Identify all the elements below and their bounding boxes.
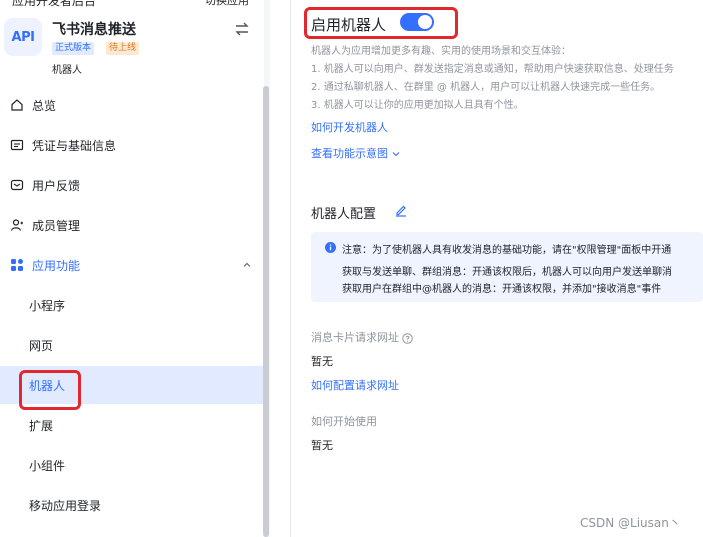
sidebar-item-credentials[interactable]: 凭证与基础信息 bbox=[0, 126, 264, 164]
sidebar-item-label: 网页 bbox=[29, 338, 54, 353]
bot-config-title: 机器人配置 bbox=[311, 207, 377, 222]
sidebar-item-overview[interactable]: 总览 bbox=[0, 86, 264, 124]
app-icon: API bbox=[4, 18, 42, 56]
sidebar-item-webpage[interactable]: 网页 bbox=[0, 326, 264, 364]
sidebar-item-label: 扩展 bbox=[29, 418, 54, 433]
notice-line: 注意：为了使机器人具有收发消息的基础功能，请在"权限管理"面板中开通 bbox=[342, 245, 672, 256]
home-icon bbox=[11, 99, 23, 111]
sidebar-item-label: 成员管理 bbox=[32, 218, 81, 233]
configure-request-url-link[interactable]: 如何配置请求网址 bbox=[311, 377, 399, 393]
chevron-down-icon bbox=[392, 152, 400, 157]
status-badge-pending: 待上线 bbox=[106, 42, 140, 55]
permission-notice: 注意：为了使机器人具有收发消息的基础功能，请在"权限管理"面板中开通 获取与发送… bbox=[311, 232, 703, 302]
sidebar-item-widget[interactable]: 小组件 bbox=[0, 446, 264, 484]
bot-description-intro: 机器人为应用增加更多有趣、实用的使用场景和交互体验： bbox=[311, 46, 571, 57]
sidebar-item-mobile-login[interactable]: 移动应用登录 bbox=[0, 486, 264, 524]
highlight-box-bot-nav bbox=[19, 370, 81, 410]
card-request-url-text: 消息卡片请求网址 bbox=[311, 331, 399, 344]
app-type-label: 机器人 bbox=[52, 65, 82, 76]
bot-description-item: 1. 机器人可以向用户、群发送指定消息或通知，帮助用户快速获取信息、处理任务 bbox=[311, 64, 674, 75]
sidebar-item-label: 小程序 bbox=[29, 298, 66, 313]
sidebar-item-label: 应用功能 bbox=[32, 258, 81, 273]
how-to-start-value: 暂无 bbox=[311, 439, 333, 452]
how-to-develop-bot-link[interactable]: 如何开发机器人 bbox=[311, 119, 388, 135]
sidebar-item-label: 小组件 bbox=[29, 458, 66, 473]
sidebar-item-label: 移动应用登录 bbox=[29, 498, 102, 513]
help-icon[interactable] bbox=[402, 332, 413, 344]
sidebar-item-extension[interactable]: 扩展 bbox=[0, 406, 264, 444]
bot-description-item: 3. 机器人可以让你的应用更加拟人且具有个性。 bbox=[311, 100, 524, 111]
how-to-start-label: 如何开始使用 bbox=[311, 415, 377, 428]
status-badge-production: 正式版本 bbox=[52, 42, 95, 55]
notice-line: 获取用户在群组中@机器人的消息：开通该权限，并添加"接收消息"事件 bbox=[342, 284, 662, 295]
sidebar: 应用开发者后台 切换应用 API 飞书消息推送 正式版本 待上线 机器人 总览 … bbox=[0, 0, 270, 537]
sidebar-item-members[interactable]: 成员管理 bbox=[0, 206, 264, 244]
feedback-icon bbox=[10, 179, 24, 191]
app-header: API 飞书消息推送 正式版本 待上线 机器人 bbox=[0, 0, 264, 84]
sidebar-item-label: 总览 bbox=[32, 98, 57, 113]
chevron-up-icon[interactable] bbox=[241, 259, 253, 271]
card-request-url-label: 消息卡片请求网址 bbox=[311, 329, 413, 345]
main-content: 启用机器人 机器人为应用增加更多有趣、实用的使用场景和交互体验： 1. 机器人可… bbox=[291, 0, 703, 537]
edit-icon[interactable] bbox=[394, 203, 408, 217]
view-diagram-link[interactable]: 查看功能示意图 bbox=[311, 145, 401, 161]
apps-icon bbox=[11, 259, 23, 271]
swap-icon[interactable] bbox=[234, 21, 250, 37]
sidebar-item-app-features[interactable]: 应用功能 bbox=[0, 246, 264, 284]
sidebar-item-label: 凭证与基础信息 bbox=[32, 138, 117, 153]
info-icon bbox=[325, 242, 336, 253]
sidebar-scrollbar-thumb[interactable] bbox=[263, 86, 269, 537]
sidebar-item-feedback[interactable]: 用户反馈 bbox=[0, 166, 264, 204]
credential-icon bbox=[10, 139, 24, 151]
app-name: 飞书消息推送 bbox=[52, 22, 136, 38]
bot-description-item: 2. 通过私聊机器人、在群里 @ 机器人，用户可以让机器人快速完成一些任务。 bbox=[311, 82, 661, 93]
highlight-box-enable-bot bbox=[304, 7, 458, 39]
member-icon bbox=[10, 219, 23, 231]
sidebar-item-label: 用户反馈 bbox=[32, 178, 81, 193]
watermark: CSDN @Liusan丶 bbox=[580, 516, 681, 530]
view-diagram-label: 查看功能示意图 bbox=[311, 147, 388, 160]
card-request-url-value: 暂无 bbox=[311, 355, 333, 368]
notice-line: 获取与发送单聊、群组消息：开通该权限后，机器人可以向用户发送单聊消 bbox=[342, 267, 672, 278]
sidebar-item-mini-program[interactable]: 小程序 bbox=[0, 286, 264, 324]
